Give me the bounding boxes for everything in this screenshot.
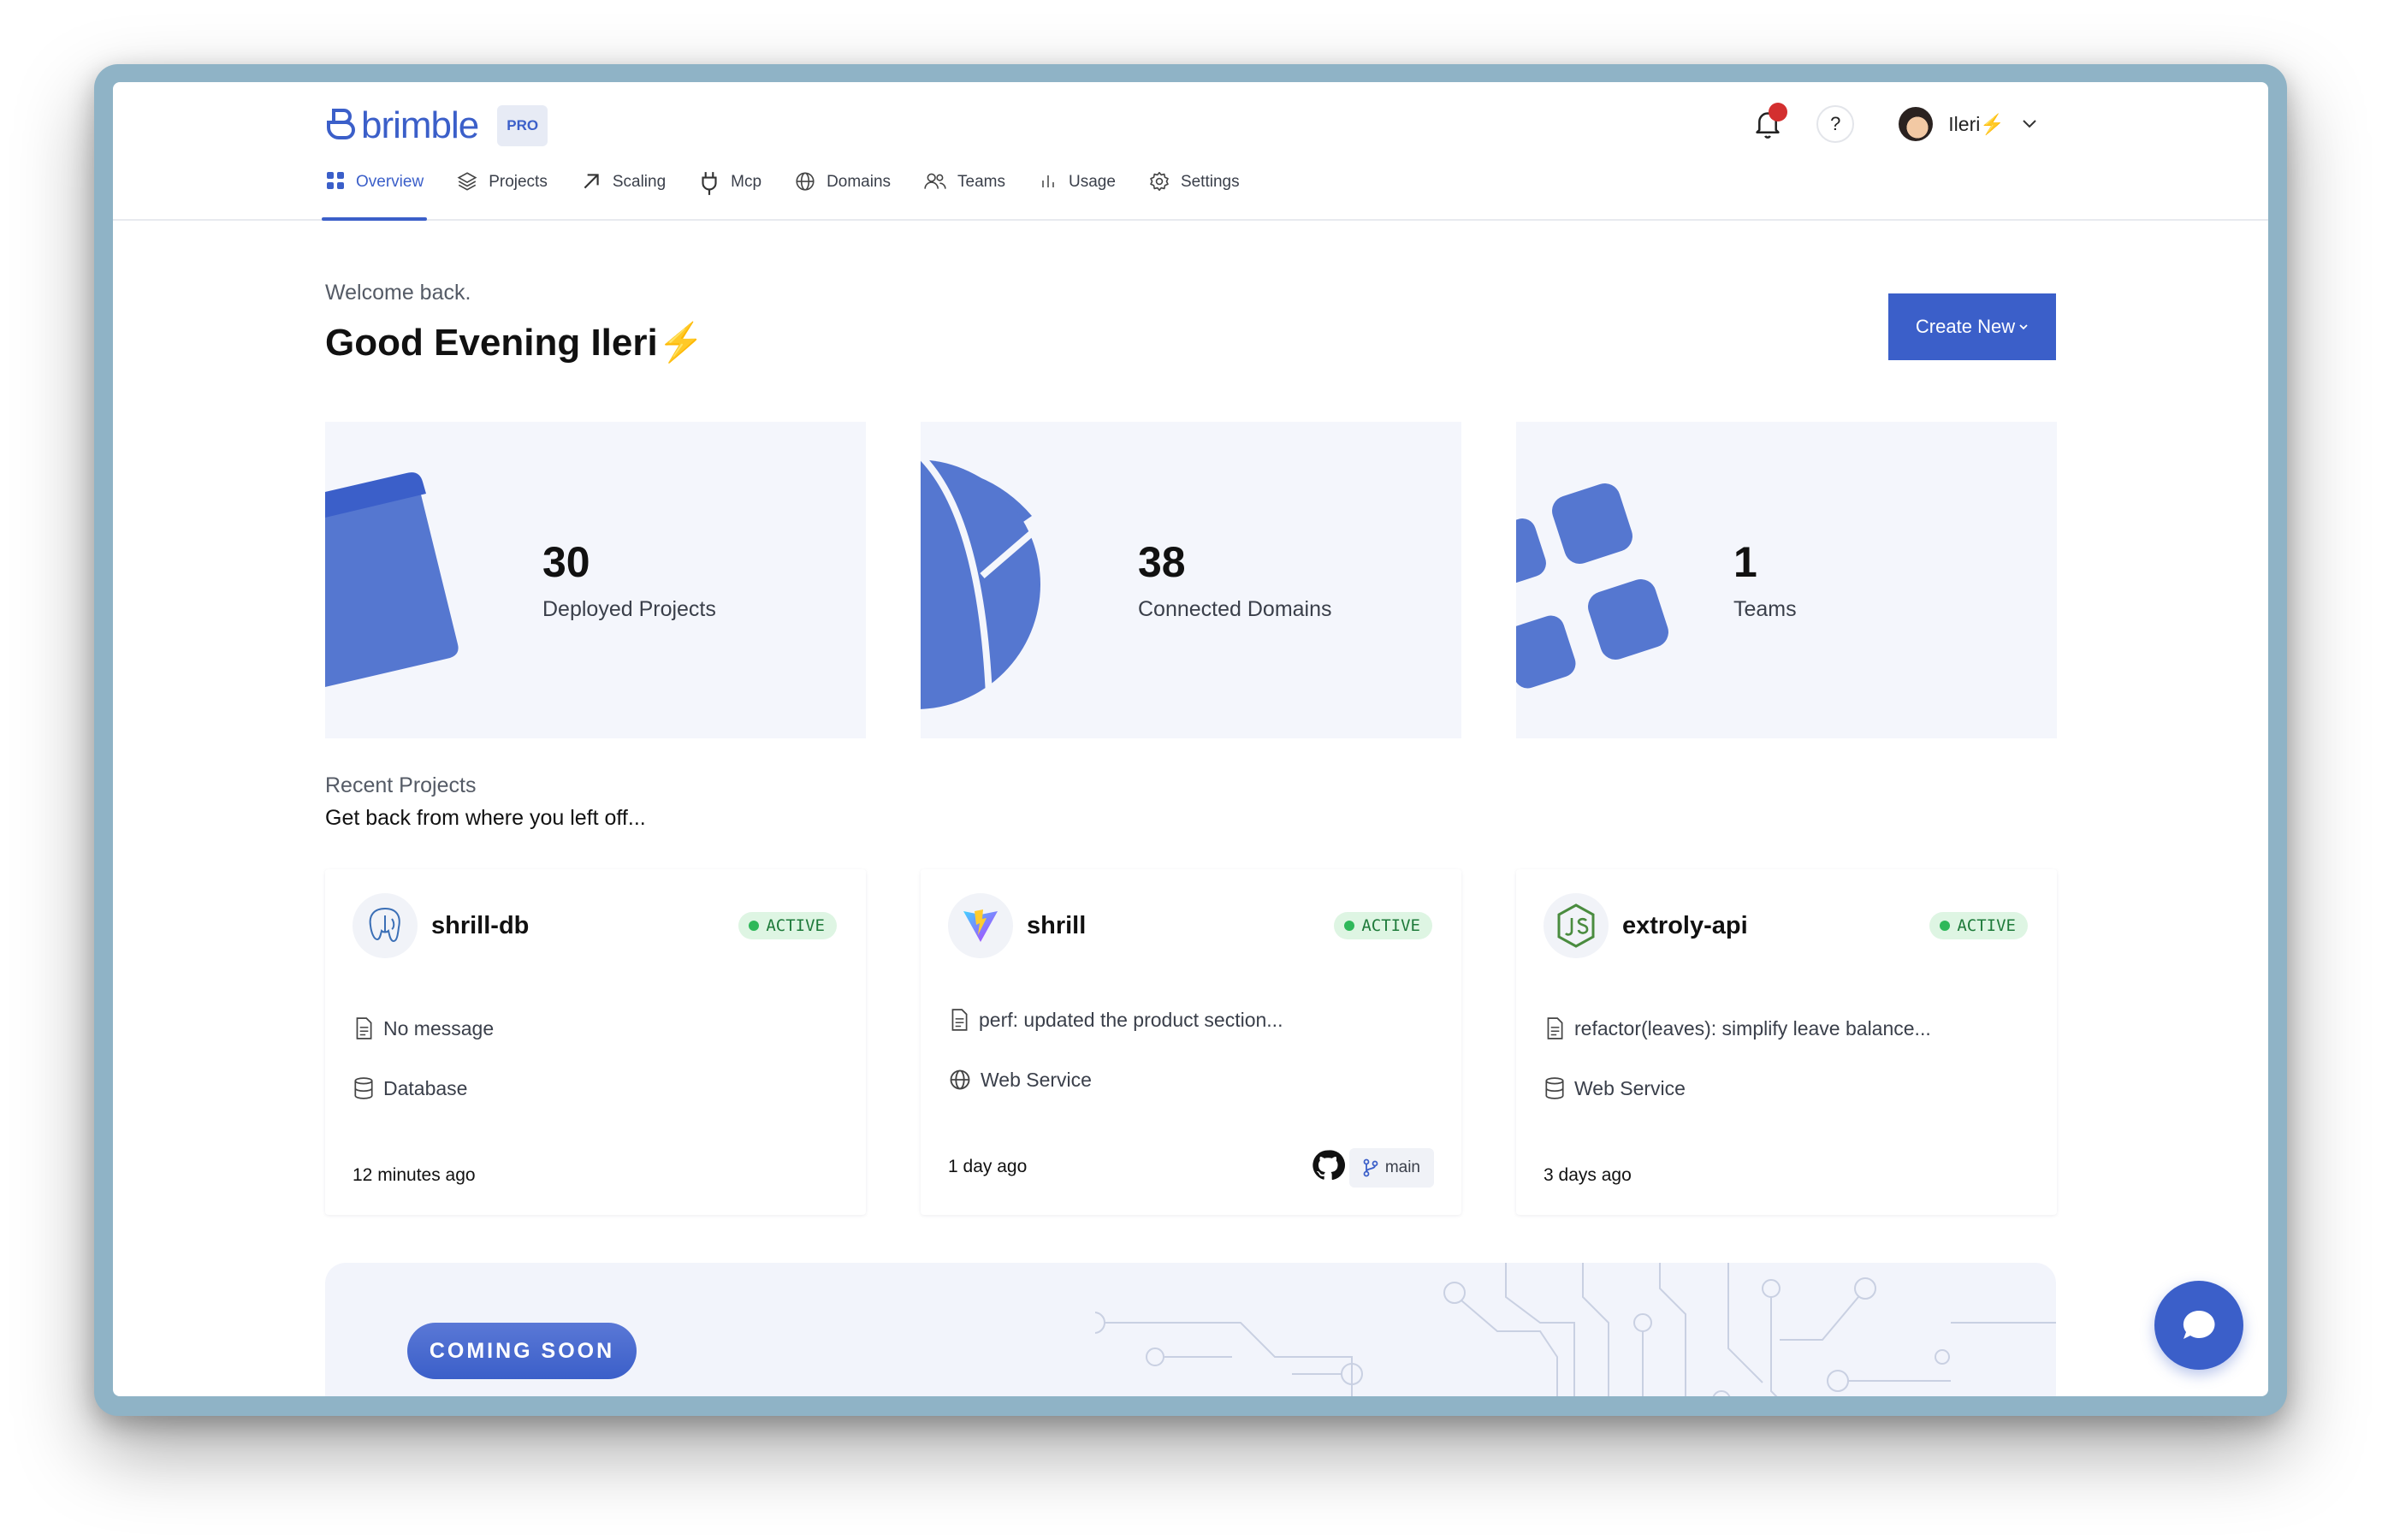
stat-value: 30 bbox=[542, 538, 590, 586]
bolt-icon: ⚡ bbox=[657, 322, 705, 364]
project-avatar bbox=[1544, 893, 1609, 958]
tab-usage[interactable]: Usage bbox=[1038, 168, 1116, 221]
users-icon bbox=[924, 173, 946, 189]
notification-dot bbox=[1769, 103, 1788, 121]
project-card-shrill-db[interactable]: shrill-db ACTIVE No message Database 12 … bbox=[325, 869, 866, 1215]
welcome-text: Welcome back. bbox=[325, 281, 471, 305]
tab-settings[interactable]: Settings bbox=[1148, 168, 1240, 221]
file-text-icon bbox=[1547, 1017, 1563, 1040]
commit-message: refactor(leaves): simplify leave balance… bbox=[1544, 1016, 1931, 1040]
project-card-extroly-api[interactable]: extroly-api ACTIVE refactor(leaves): sim… bbox=[1516, 869, 2057, 1215]
stat-label: Connected Domains bbox=[1138, 597, 1332, 621]
github-icon[interactable] bbox=[1311, 1148, 1345, 1182]
circuit-decoration-icon bbox=[1095, 1263, 2056, 1396]
tab-label: Usage bbox=[1069, 173, 1116, 191]
chevron-down-icon bbox=[2023, 120, 2036, 128]
coming-soon-banner: COMING SOON bbox=[325, 1263, 2056, 1396]
service-type: Web Service bbox=[948, 1068, 1092, 1092]
tab-label: Mcp bbox=[731, 173, 762, 191]
tab-projects[interactable]: Projects bbox=[456, 168, 548, 221]
tab-scaling[interactable]: Scaling bbox=[580, 168, 666, 221]
service-type: Web Service bbox=[1544, 1076, 1686, 1100]
status-badge: ACTIVE bbox=[1929, 912, 2028, 939]
project-name[interactable]: extroly-api bbox=[1622, 912, 1748, 940]
plan-badge: PRO bbox=[497, 105, 548, 146]
create-new-button[interactable]: Create New bbox=[1888, 293, 2056, 360]
avatar bbox=[1899, 107, 1934, 141]
page-title: Good Evening Ileri⚡ bbox=[325, 322, 705, 364]
last-updated: 3 days ago bbox=[1544, 1165, 1632, 1185]
header-actions: ? Ileri⚡ bbox=[1745, 101, 2037, 147]
tab-teams[interactable]: Teams bbox=[923, 168, 1005, 221]
chat-bubble-icon bbox=[2183, 1310, 2215, 1339]
tab-label: Settings bbox=[1180, 173, 1240, 191]
stat-value: 38 bbox=[1138, 538, 1186, 586]
chevron-down-icon bbox=[2019, 324, 2028, 330]
status-badge: ACTIVE bbox=[1334, 912, 1432, 939]
project-name[interactable]: shrill bbox=[1027, 912, 1086, 940]
gear-icon bbox=[1150, 171, 1169, 192]
folder-icon bbox=[325, 472, 459, 687]
stat-label: Teams bbox=[1733, 597, 1797, 621]
project-name[interactable]: shrill-db bbox=[431, 912, 529, 940]
top-header: brimble PRO ? Ileri⚡ Overview Projects S… bbox=[113, 82, 2268, 221]
user-name: Ileri⚡ bbox=[1948, 112, 2005, 135]
coming-soon-button[interactable]: COMING SOON bbox=[407, 1323, 637, 1379]
brimble-logo-icon bbox=[327, 109, 355, 139]
database-icon bbox=[354, 1077, 373, 1099]
user-menu[interactable]: Ileri⚡ bbox=[1899, 107, 2037, 141]
vite-icon bbox=[963, 909, 998, 942]
stat-card-projects[interactable]: 30 Deployed Projects bbox=[325, 422, 866, 738]
section-title: Recent Projects bbox=[325, 773, 477, 797]
brand-name: brimble bbox=[361, 104, 479, 146]
brand-logo[interactable]: brimble PRO bbox=[325, 104, 548, 147]
bolt-icon: ⚡ bbox=[1980, 112, 2005, 135]
layers-icon bbox=[457, 172, 477, 191]
tab-label: Projects bbox=[489, 173, 548, 191]
stat-value: 1 bbox=[1733, 538, 1757, 586]
branch-tag[interactable]: main bbox=[1348, 1148, 1434, 1188]
globe-icon bbox=[950, 1069, 970, 1090]
pie-globe-icon bbox=[921, 453, 1040, 709]
plug-icon bbox=[702, 172, 717, 195]
stat-card-teams[interactable]: 1 Teams bbox=[1516, 422, 2057, 738]
status-badge: ACTIVE bbox=[738, 912, 837, 939]
last-updated: 12 minutes ago bbox=[353, 1165, 476, 1185]
tab-label: Scaling bbox=[612, 173, 667, 191]
globe-icon bbox=[796, 172, 815, 191]
notifications-button[interactable] bbox=[1745, 101, 1791, 147]
service-type: Database bbox=[353, 1076, 467, 1100]
last-updated: 1 day ago bbox=[948, 1157, 1028, 1176]
tab-overview[interactable]: Overview bbox=[321, 168, 428, 221]
bar-chart-icon bbox=[1042, 175, 1054, 187]
tab-domains[interactable]: Domains bbox=[794, 168, 891, 221]
grid-icon bbox=[327, 172, 344, 189]
chat-support-button[interactable] bbox=[2154, 1281, 2243, 1370]
project-card-shrill[interactable]: shrill ACTIVE perf: updated the product … bbox=[921, 869, 1461, 1215]
stat-label: Deployed Projects bbox=[542, 597, 716, 621]
help-button[interactable]: ? bbox=[1816, 105, 1855, 143]
tab-mcp[interactable]: Mcp bbox=[698, 168, 761, 221]
blocks-icon bbox=[1516, 483, 1668, 689]
file-text-icon bbox=[951, 1009, 968, 1031]
project-avatar bbox=[353, 893, 418, 958]
arrow-up-right-icon bbox=[584, 174, 599, 189]
file-text-icon bbox=[356, 1017, 372, 1040]
git-branch-icon bbox=[1363, 1158, 1378, 1177]
section-subtitle: Get back from where you left off... bbox=[325, 806, 646, 830]
project-avatar bbox=[948, 893, 1013, 958]
postgres-icon bbox=[369, 907, 400, 943]
nodejs-icon bbox=[1557, 903, 1595, 948]
tab-label: Teams bbox=[957, 173, 1006, 191]
commit-message: perf: updated the product section... bbox=[948, 1008, 1283, 1032]
tab-label: Overview bbox=[356, 173, 424, 191]
stat-card-domains[interactable]: 38 Connected Domains bbox=[921, 422, 1461, 738]
app-window: brimble PRO ? Ileri⚡ Overview Projects S… bbox=[113, 82, 2268, 1396]
database-icon bbox=[1545, 1077, 1564, 1099]
main-nav: Overview Projects Scaling Mcp Domains Te… bbox=[321, 168, 1272, 221]
commit-message: No message bbox=[353, 1016, 494, 1040]
tab-label: Domains bbox=[827, 173, 892, 191]
